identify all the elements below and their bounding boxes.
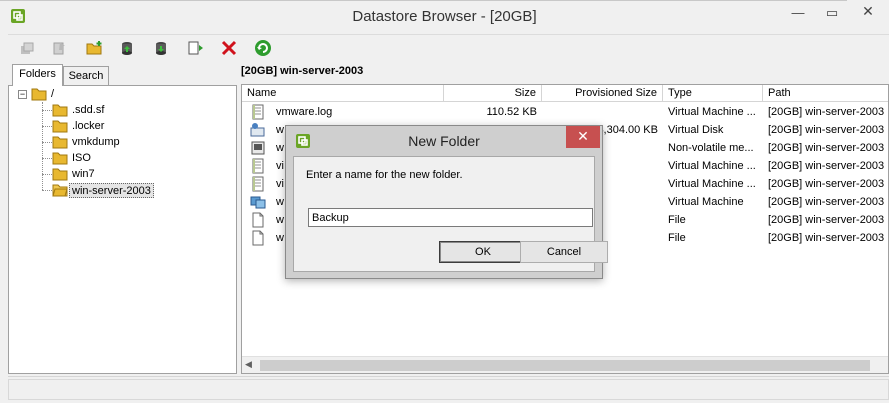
refresh-icon (254, 39, 272, 57)
download-icon (51, 40, 67, 56)
folder-icon (52, 151, 68, 165)
cell-path: [20GB] win-server-2003 (768, 160, 885, 172)
cell-name: vmware.log (276, 106, 333, 118)
folder-icon (52, 103, 68, 117)
log-file-icon (250, 104, 266, 120)
cell-path: [20GB] win-server-2003 (768, 124, 885, 136)
download-file-button[interactable] (150, 37, 172, 59)
column-header-path[interactable]: Path (763, 85, 888, 102)
scrollbar-thumb[interactable] (260, 360, 870, 371)
tree-item[interactable]: .sdd.sf (70, 103, 106, 118)
horizontal-scrollbar[interactable]: ◀ (242, 356, 888, 373)
tree-item[interactable]: vmkdump (70, 135, 122, 150)
virtual-disk-icon (250, 122, 266, 138)
column-header-row: Name Size Provisioned Size Type Path (242, 85, 888, 102)
tree-item-root[interactable]: / (49, 87, 56, 102)
cell-size: 110.52 KB (486, 106, 537, 118)
file-icon (250, 230, 266, 246)
cancel-button[interactable]: Cancel (520, 241, 608, 263)
tab-search[interactable]: Search (63, 66, 109, 86)
folder-icon (52, 167, 68, 181)
folder-icon (52, 135, 68, 149)
cell-type: File (668, 232, 686, 244)
tree-item[interactable]: win7 (70, 167, 97, 182)
table-row[interactable]: vmware.log 110.52 KB Virtual Machine ... [2… (242, 103, 888, 121)
minimize-button[interactable]: — (783, 0, 813, 28)
maximize-button[interactable]: ▭ (817, 0, 847, 28)
upload-button[interactable] (16, 37, 38, 59)
cell-path: [20GB] win-server-2003 (768, 142, 885, 154)
cell-path: [20GB] win-server-2003 (768, 232, 885, 244)
dialog-title: New Folder (408, 133, 480, 149)
tree-connector (42, 102, 43, 190)
column-header-type[interactable]: Type (663, 85, 763, 102)
cell-type: Non-volatile me... (668, 142, 754, 154)
cell-path: [20GB] win-server-2003 (768, 214, 885, 226)
window-title: Datastore Browser - [20GB] (352, 8, 537, 25)
dialog-body: Enter a name for the new folder. OK Canc… (293, 156, 608, 272)
cell-type: File (668, 214, 686, 226)
log-file-icon (250, 158, 266, 174)
virtual-machine-icon (250, 194, 266, 210)
upload-file-button[interactable] (116, 37, 138, 59)
left-pane: Folders Search − / .sdd.sf .locker vmkdu… (8, 62, 237, 374)
refresh-button[interactable] (252, 37, 274, 59)
tree-connector (42, 110, 52, 111)
download-file-icon (153, 40, 169, 56)
column-header-provisioned[interactable]: Provisioned Size (542, 85, 663, 102)
delete-icon (221, 40, 237, 56)
dialog-prompt: Enter a name for the new folder. (306, 169, 463, 181)
folder-name-input[interactable] (308, 208, 593, 227)
tree-expander[interactable]: − (18, 90, 27, 99)
new-folder-dialog[interactable]: New Folder ✕ Enter a name for the new fo… (285, 125, 608, 279)
file-icon (250, 212, 266, 228)
column-header-size[interactable]: Size (444, 85, 542, 102)
download-button[interactable] (48, 37, 70, 59)
cell-path: [20GB] win-server-2003 (768, 106, 885, 118)
cell-path: [20GB] win-server-2003 (768, 196, 885, 208)
tree-connector (42, 126, 52, 127)
ok-button[interactable]: OK (439, 241, 527, 263)
status-field (8, 379, 889, 400)
move-icon (187, 40, 203, 56)
tree-connector (42, 142, 52, 143)
cell-type: Virtual Disk (668, 124, 724, 136)
tree-item-selected[interactable]: win-server-2003 (69, 183, 154, 198)
close-button[interactable]: ✕ (847, 0, 889, 24)
tab-folders[interactable]: Folders (12, 64, 63, 86)
scroll-left-icon[interactable]: ◀ (245, 359, 252, 370)
new-folder-icon (86, 40, 104, 56)
folder-tree[interactable]: − / .sdd.sf .locker vmkdump ISO win7 win… (8, 85, 237, 374)
content-header: [20GB] win-server-2003 (241, 65, 364, 77)
delete-button[interactable] (218, 37, 240, 59)
cell-provisioned (542, 103, 658, 121)
log-file-icon (250, 176, 266, 192)
cell-type: Virtual Machine ... (668, 160, 756, 172)
folder-icon (52, 119, 68, 133)
tree-connector (42, 174, 52, 175)
new-folder-button[interactable] (84, 37, 106, 59)
move-button[interactable] (184, 37, 206, 59)
tree-connector (42, 158, 52, 159)
cell-type: Virtual Machine ... (668, 178, 756, 190)
cell-path: [20GB] win-server-2003 (768, 178, 885, 190)
toolbar (8, 34, 889, 60)
status-bar (8, 376, 889, 400)
dialog-close-button[interactable]: ✕ (566, 126, 600, 148)
cell-type: Virtual Machine ... (668, 106, 756, 118)
tree-item[interactable]: .locker (70, 119, 106, 134)
open-folder-icon (52, 183, 68, 197)
tree-item[interactable]: ISO (70, 151, 93, 166)
folder-icon (31, 87, 47, 101)
upload-icon (19, 40, 35, 56)
nvram-icon (250, 140, 266, 156)
tree-connector (42, 190, 52, 191)
upload-file-icon (119, 40, 135, 56)
cell-type: Virtual Machine (668, 196, 744, 208)
column-header-name[interactable]: Name (242, 85, 444, 102)
